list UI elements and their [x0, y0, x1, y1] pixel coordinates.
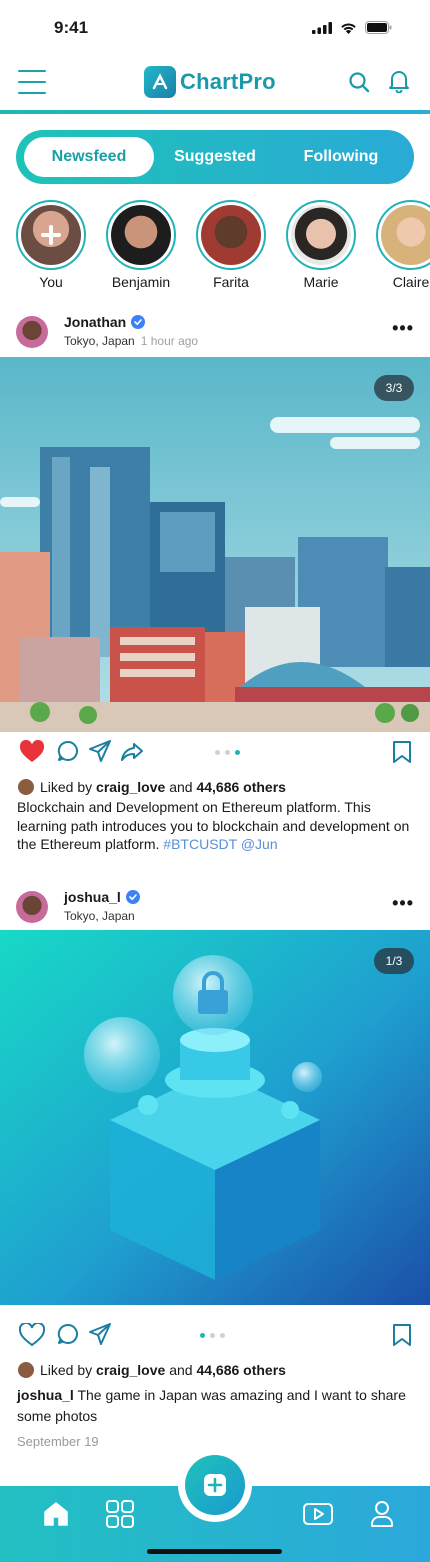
app-header: ChartPro — [0, 56, 430, 112]
post-actions — [0, 1315, 430, 1355]
bell-icon[interactable] — [388, 69, 410, 93]
city-illustration — [0, 357, 430, 732]
signal-icon — [312, 21, 332, 34]
search-icon[interactable] — [348, 71, 370, 93]
avatar[interactable] — [16, 891, 48, 923]
more-options-icon[interactable]: ••• — [392, 318, 414, 339]
liked-others[interactable]: 44,686 others — [196, 1362, 286, 1378]
caption-author[interactable]: joshua_l — [17, 1387, 74, 1403]
avatar — [381, 205, 430, 265]
post-location: Tokyo, Japan — [64, 909, 135, 923]
header-divider — [0, 110, 430, 114]
carousel-dots — [215, 750, 240, 755]
app-logo[interactable]: ChartPro — [144, 66, 276, 98]
comment-icon[interactable] — [57, 740, 79, 762]
post-header: joshua_l Tokyo, Japan ••• — [0, 885, 430, 933]
post-image[interactable]: 1/3 — [0, 930, 430, 1305]
stories-row: You Benjamin Farita Marie Claire — [0, 200, 430, 292]
avatar — [291, 205, 351, 265]
verified-icon — [131, 315, 146, 329]
wifi-icon — [341, 23, 356, 34]
more-options-icon[interactable]: ••• — [392, 893, 414, 914]
liked-user[interactable]: craig_love — [96, 779, 165, 795]
post-actions — [0, 732, 430, 772]
add-button[interactable] — [185, 1455, 245, 1515]
liked-user[interactable]: craig_love — [96, 1362, 165, 1378]
bookmark-icon[interactable] — [392, 740, 412, 764]
app-name: ChartPro — [180, 69, 276, 94]
video-icon[interactable] — [303, 1500, 333, 1528]
share-icon[interactable] — [121, 740, 143, 762]
story-name: Farita — [213, 274, 249, 290]
author-name: Jonathan — [64, 314, 127, 330]
post-date: September 19 — [17, 1434, 99, 1449]
logo-icon — [144, 66, 176, 98]
image-counter: 1/3 — [374, 948, 414, 974]
tab-suggested[interactable]: Suggested — [154, 137, 276, 177]
heart-icon[interactable] — [19, 1323, 45, 1347]
story-marie[interactable]: Marie — [286, 200, 356, 290]
avatar — [18, 779, 34, 795]
story-you[interactable]: You — [16, 200, 86, 290]
verified-icon — [125, 890, 140, 904]
story-claire[interactable]: Claire — [376, 200, 430, 290]
battery-icon — [365, 21, 392, 34]
status-time: 9:41 — [54, 18, 89, 37]
status-icons — [312, 21, 392, 34]
mention-link[interactable]: @Jun — [241, 836, 278, 852]
carousel-dots — [200, 1333, 225, 1338]
hashtag-link[interactable]: #BTCUSDT — [163, 836, 237, 852]
post-header: Jonathan Tokyo, Japan 1 hour ago ••• — [0, 310, 430, 358]
post-author[interactable]: Jonathan — [64, 314, 146, 330]
post-caption: Blockchain and Development on Ethereum p… — [17, 799, 410, 852]
home-icon[interactable] — [42, 1500, 70, 1528]
post-time: 1 hour ago — [140, 334, 199, 348]
avatar — [111, 205, 171, 265]
liked-others[interactable]: 44,686 others — [196, 779, 286, 795]
menu-icon[interactable] — [18, 70, 46, 94]
grid-icon[interactable] — [106, 1500, 134, 1528]
tab-following[interactable]: Following — [278, 137, 404, 177]
likes-summary[interactable]: Liked by craig_love and 44,686 others — [18, 779, 286, 795]
tab-newsfeed[interactable]: Newsfeed — [24, 137, 154, 177]
story-name: You — [39, 274, 63, 290]
profile-icon[interactable] — [370, 1500, 394, 1528]
send-icon[interactable] — [89, 1323, 111, 1345]
blockchain-illustration — [0, 930, 430, 1305]
story-name: Benjamin — [111, 274, 171, 290]
send-icon[interactable] — [89, 740, 111, 762]
home-indicator — [147, 1549, 282, 1554]
avatar[interactable] — [16, 316, 48, 348]
image-counter: 3/3 — [374, 375, 414, 401]
story-name: Claire — [392, 274, 430, 290]
add-icon — [204, 1474, 226, 1496]
story-farita[interactable]: Farita — [196, 200, 266, 290]
plus-icon — [39, 223, 63, 247]
comment-icon[interactable] — [57, 1323, 79, 1345]
author-name: joshua_l — [64, 889, 121, 905]
post-caption: joshua_l The game in Japan was amazing a… — [17, 1387, 406, 1424]
likes-summary[interactable]: Liked by craig_love and 44,686 others — [18, 1362, 286, 1378]
feed-tabs: Newsfeed Suggested Following — [16, 130, 414, 184]
status-bar: 9:41 — [0, 0, 430, 56]
heart-icon[interactable] — [19, 740, 45, 764]
post-location: Tokyo, Japan 1 hour ago — [64, 334, 199, 348]
avatar — [201, 205, 261, 265]
post-author[interactable]: joshua_l — [64, 889, 140, 905]
story-benjamin[interactable]: Benjamin — [106, 200, 176, 290]
story-name: Marie — [303, 274, 339, 290]
post-image[interactable]: 3/3 — [0, 357, 430, 732]
avatar — [18, 1362, 34, 1378]
bookmark-icon[interactable] — [392, 1323, 412, 1347]
